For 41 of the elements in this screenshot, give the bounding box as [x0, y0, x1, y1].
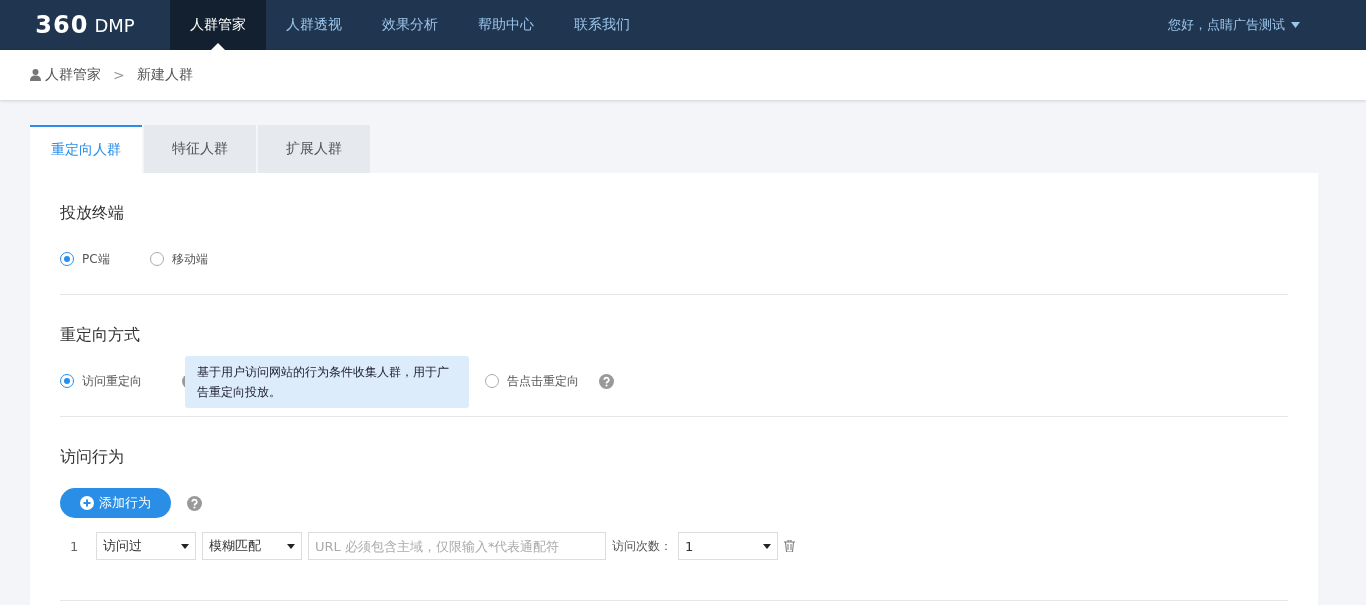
- breadcrumb-separator: >: [113, 67, 125, 83]
- radio-button[interactable]: [485, 374, 499, 388]
- nav-item[interactable]: 帮助中心: [458, 0, 554, 50]
- tooltip: 基于用户访问网站的行为条件收集人群，用于广告重定向投放。: [185, 356, 469, 408]
- tab[interactable]: 扩展人群: [258, 125, 370, 173]
- option-label: 移动端: [171, 250, 208, 268]
- logo: 360: [35, 11, 89, 39]
- field-label: 访问次数：: [612, 537, 672, 555]
- nav-item[interactable]: 人群管家: [170, 0, 266, 50]
- radio-button[interactable]: [60, 374, 74, 388]
- tab[interactable]: 特征人群: [144, 125, 256, 173]
- caret-icon[interactable]: [1291, 22, 1300, 28]
- radio-button[interactable]: [60, 252, 74, 266]
- user-menu[interactable]: 您好，点睛广告测试: [1168, 16, 1285, 34]
- trash-icon[interactable]: [784, 540, 795, 552]
- nav-item[interactable]: 人群透视: [266, 0, 362, 50]
- user-icon: [30, 69, 41, 81]
- plus-circle-icon: [80, 496, 94, 510]
- nav-item[interactable]: 联系我们: [554, 0, 650, 50]
- radio-button[interactable]: [149, 252, 164, 266]
- caret-icon: [287, 543, 295, 549]
- dropdown[interactable]: 1: [678, 532, 778, 560]
- section-title: 重定向方式: [60, 325, 141, 346]
- nav-item[interactable]: 效果分析: [362, 0, 458, 50]
- url-input[interactable]: URL 必须包含主域，仅限输入*代表通配符: [308, 532, 606, 560]
- caret-icon: [181, 543, 189, 549]
- section-title: 投放终端: [60, 203, 125, 224]
- breadcrumb-current: 新建人群: [136, 66, 193, 84]
- option-label: PC端: [82, 250, 110, 268]
- row-number: 1: [70, 538, 80, 554]
- breadcrumb-link[interactable]: 人群管家: [45, 66, 101, 84]
- logo-text: DMP: [94, 14, 135, 36]
- dropdown[interactable]: 访问过: [96, 532, 196, 560]
- section-title: 访问行为: [60, 447, 125, 468]
- help-icon[interactable]: [599, 373, 614, 389]
- help-icon[interactable]: [187, 495, 202, 511]
- option-label: 告点击重定向: [507, 372, 579, 390]
- tab[interactable]: 重定向人群: [30, 125, 142, 173]
- dropdown[interactable]: 模糊匹配: [202, 532, 302, 560]
- caret-icon: [763, 543, 771, 549]
- option-label: 访问重定向: [82, 372, 142, 390]
